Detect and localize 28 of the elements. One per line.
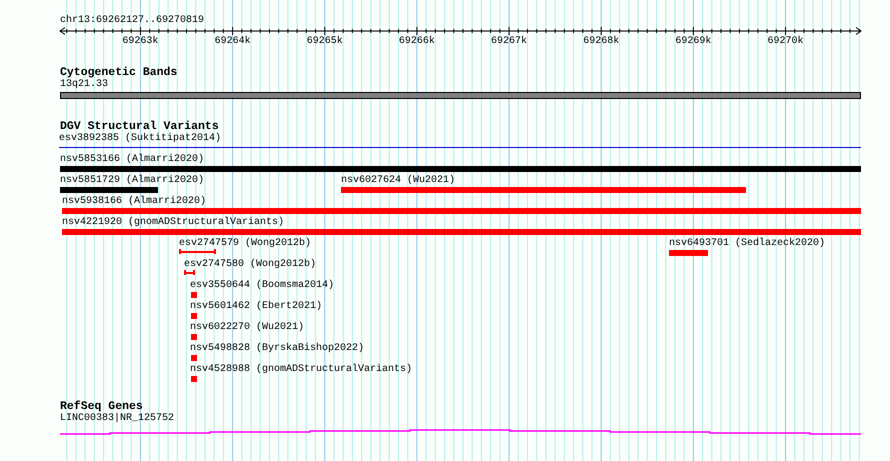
track-title: Cytogenetic Bands <box>60 67 178 79</box>
band-label: 13q21.33 <box>60 79 108 90</box>
variant-label: esv3892385 (Suktitipat2014) <box>59 133 222 144</box>
variant-label: nsv6022270 (Wu2021) <box>190 322 304 333</box>
tick-label: 69268k <box>582 36 620 47</box>
track-title: RefSeq Genes <box>60 401 143 413</box>
location-label: chr13:69262127..69270819 <box>60 15 204 27</box>
variant-label: esv2747580 (Wong2012b) <box>184 259 316 270</box>
variant-label: esv2747579 (Wong2012b) <box>179 238 312 249</box>
variant-label: nsv5601462 (Ebert2021) <box>190 301 322 312</box>
variant-label: nsv4528988 (gnomADStructuralVariants) <box>190 364 412 375</box>
tick-label: 69264k <box>214 36 252 47</box>
tick-label: 69270k <box>766 36 805 47</box>
tick-label: 69266k <box>398 36 436 47</box>
tick-label: 69265k <box>306 36 344 47</box>
variant-label: nsv4221920 (gnomADStructuralVariants) <box>62 217 284 228</box>
gene-label: LINC00383|NR_125752 <box>60 413 174 424</box>
tick-label: 69267k <box>490 36 528 47</box>
variant-label: nsv5853166 (Almarri2020) <box>60 154 204 165</box>
tick-label: 69269k <box>674 36 712 47</box>
variant-label: nsv6493701 (Sedlazeck2020) <box>669 238 826 249</box>
variant-label: nsv5851729 (Almarri2020) <box>60 175 204 186</box>
variant-label: esv3550644 (Boomsma2014) <box>190 280 334 291</box>
tick-label: 69263k <box>121 36 160 47</box>
variant-label: nsv5498828 (ByrskaBishop2022) <box>190 343 364 354</box>
variant-label: nsv5938166 (Almarri2020) <box>62 196 206 207</box>
variant-label: nsv6027624 (Wu2021) <box>341 175 456 186</box>
track-title: DGV Structural Variants <box>60 121 219 133</box>
